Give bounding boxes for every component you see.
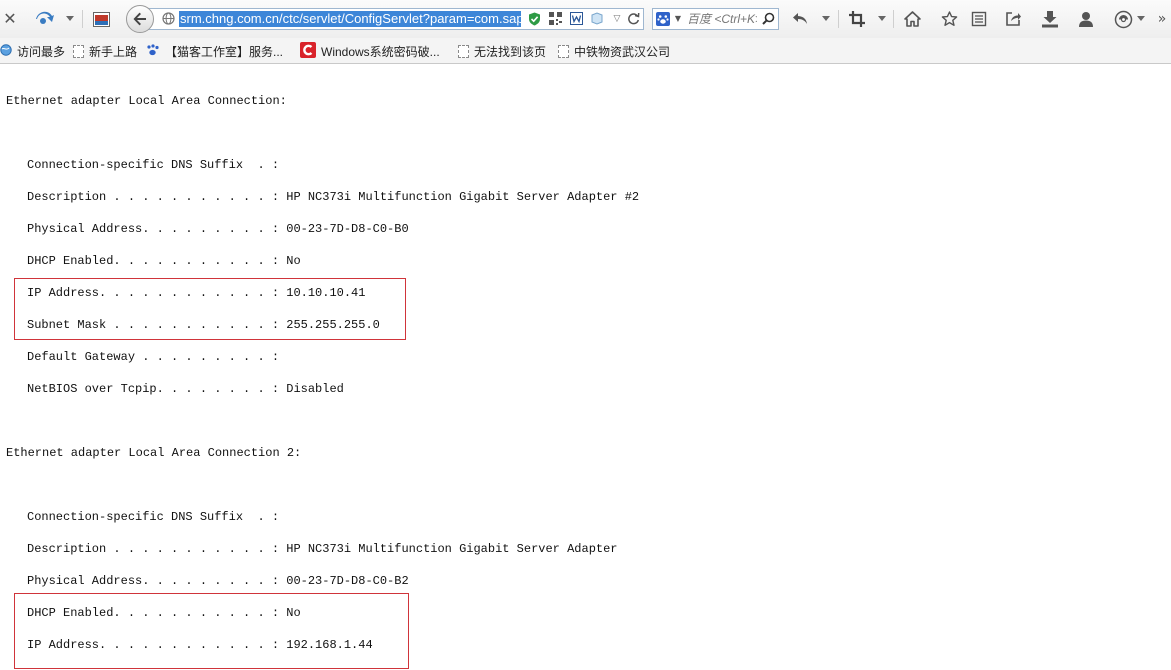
download-icon[interactable] xyxy=(1040,9,1060,29)
bookmark-label: 无法找到该页 xyxy=(474,44,547,59)
highlight-box xyxy=(14,278,406,340)
config-line-description: Description . . . . . . . . . . . : HP N… xyxy=(27,190,640,204)
shield-icon[interactable] xyxy=(527,12,541,26)
star-icon[interactable] xyxy=(940,10,958,28)
reader-mode-icon[interactable] xyxy=(589,12,603,26)
config-line-description: Description . . . . . . . . . . . : HP N… xyxy=(27,542,618,556)
page-content: Ethernet adapter Local Area Connection: … xyxy=(0,64,1171,670)
address-bar[interactable]: srm.chng.com.cn/ctc/servlet/ConfigServle… xyxy=(140,8,644,30)
qr-code-icon[interactable] xyxy=(548,12,562,26)
browser-mode-icon[interactable] xyxy=(35,10,55,28)
bookmarks-list-icon[interactable] xyxy=(970,10,988,28)
user-account-icon[interactable] xyxy=(1077,10,1095,28)
config-line-dhcp-enabled: DHCP Enabled. . . . . . . . . . . : No xyxy=(27,254,301,268)
highlight-box xyxy=(14,593,409,669)
page-icon xyxy=(558,44,569,58)
config-line-physical-address: Physical Address. . . . . . . . . : 00-2… xyxy=(27,222,409,236)
chevron-down-icon[interactable] xyxy=(878,16,886,21)
bookmark-page-not-found[interactable]: 无法找到该页 xyxy=(458,42,546,60)
toolbar-divider xyxy=(82,10,83,28)
undo-icon[interactable] xyxy=(791,10,809,28)
home-icon[interactable] xyxy=(903,10,921,28)
config-line-physical-address: Physical Address. . . . . . . . . : 00-2… xyxy=(27,574,409,588)
chevron-down-icon[interactable] xyxy=(66,16,74,21)
bookmark-getting-started[interactable]: 新手上路 xyxy=(73,42,137,60)
bookmark-windows-password[interactable]: Windows系统密码破... xyxy=(300,41,440,61)
page-thumbnail-icon[interactable] xyxy=(92,10,110,28)
close-icon[interactable]: ✕ xyxy=(2,10,18,28)
arrow-left-icon xyxy=(133,12,146,26)
chevron-down-icon[interactable]: ▼ xyxy=(671,12,685,26)
bookmark-label: Windows系统密码破... xyxy=(321,44,440,59)
chevron-down-icon[interactable]: ▽ xyxy=(610,12,624,26)
url-text[interactable]: srm.chng.com.cn/ctc/servlet/ConfigServle… xyxy=(179,11,521,27)
search-input[interactable] xyxy=(687,11,757,27)
back-button[interactable] xyxy=(126,5,154,33)
globe-icon xyxy=(161,12,175,26)
adapter-header: Ethernet adapter Local Area Connection 2… xyxy=(6,446,302,460)
page-icon xyxy=(458,44,469,58)
search-icon[interactable] xyxy=(761,12,775,26)
config-line-dns-suffix: Connection-specific DNS Suffix . : xyxy=(27,510,280,524)
browser-toolbar: ✕ srm.chng.com.cn/ctc/servlet/ConfigServ… xyxy=(0,0,1171,38)
refresh-icon[interactable] xyxy=(626,12,640,26)
bookmark-label: 【猫客工作室】服务... xyxy=(165,44,284,59)
more-chevron-icon[interactable]: » xyxy=(1155,9,1169,29)
adapter-header: Ethernet adapter Local Area Connection: xyxy=(6,94,287,108)
chevron-down-icon[interactable] xyxy=(1137,16,1145,21)
word-doc-icon[interactable] xyxy=(569,12,583,26)
bookmarks-bar: 访问最多 新手上路 【猫客工作室】服务... Windows系统密码破... 无… xyxy=(0,38,1171,64)
baidu-paw-icon[interactable] xyxy=(656,12,670,26)
paw-icon xyxy=(146,43,160,59)
toolbar-divider xyxy=(893,10,894,28)
settings-gear-icon[interactable] xyxy=(1113,9,1133,29)
crop-icon[interactable] xyxy=(848,10,866,28)
config-line-default-gateway: Default Gateway . . . . . . . . . : xyxy=(27,350,280,364)
page-icon xyxy=(73,44,84,58)
chevron-down-icon[interactable] xyxy=(822,16,830,21)
globe-icon xyxy=(0,43,12,59)
bookmark-cat-studio[interactable]: 【猫客工作室】服务... xyxy=(146,42,283,60)
bookmark-label: 新手上路 xyxy=(89,44,138,59)
config-line-dns-suffix: Connection-specific DNS Suffix . : xyxy=(27,158,280,172)
config-line-netbios: NetBIOS over Tcpip. . . . . . . . : Disa… xyxy=(27,382,344,396)
bookmark-label: 中铁物资武汉公司 xyxy=(574,44,671,59)
red-c-icon xyxy=(300,41,316,61)
search-box[interactable]: ▼ xyxy=(652,8,779,30)
bookmark-label: 访问最多 xyxy=(17,44,66,59)
toolbar-divider xyxy=(838,10,839,28)
bookmark-crec-wuhan[interactable]: 中铁物资武汉公司 xyxy=(558,42,670,60)
share-icon[interactable] xyxy=(1004,10,1022,28)
bookmark-most-visited[interactable]: 访问最多 xyxy=(0,42,65,60)
